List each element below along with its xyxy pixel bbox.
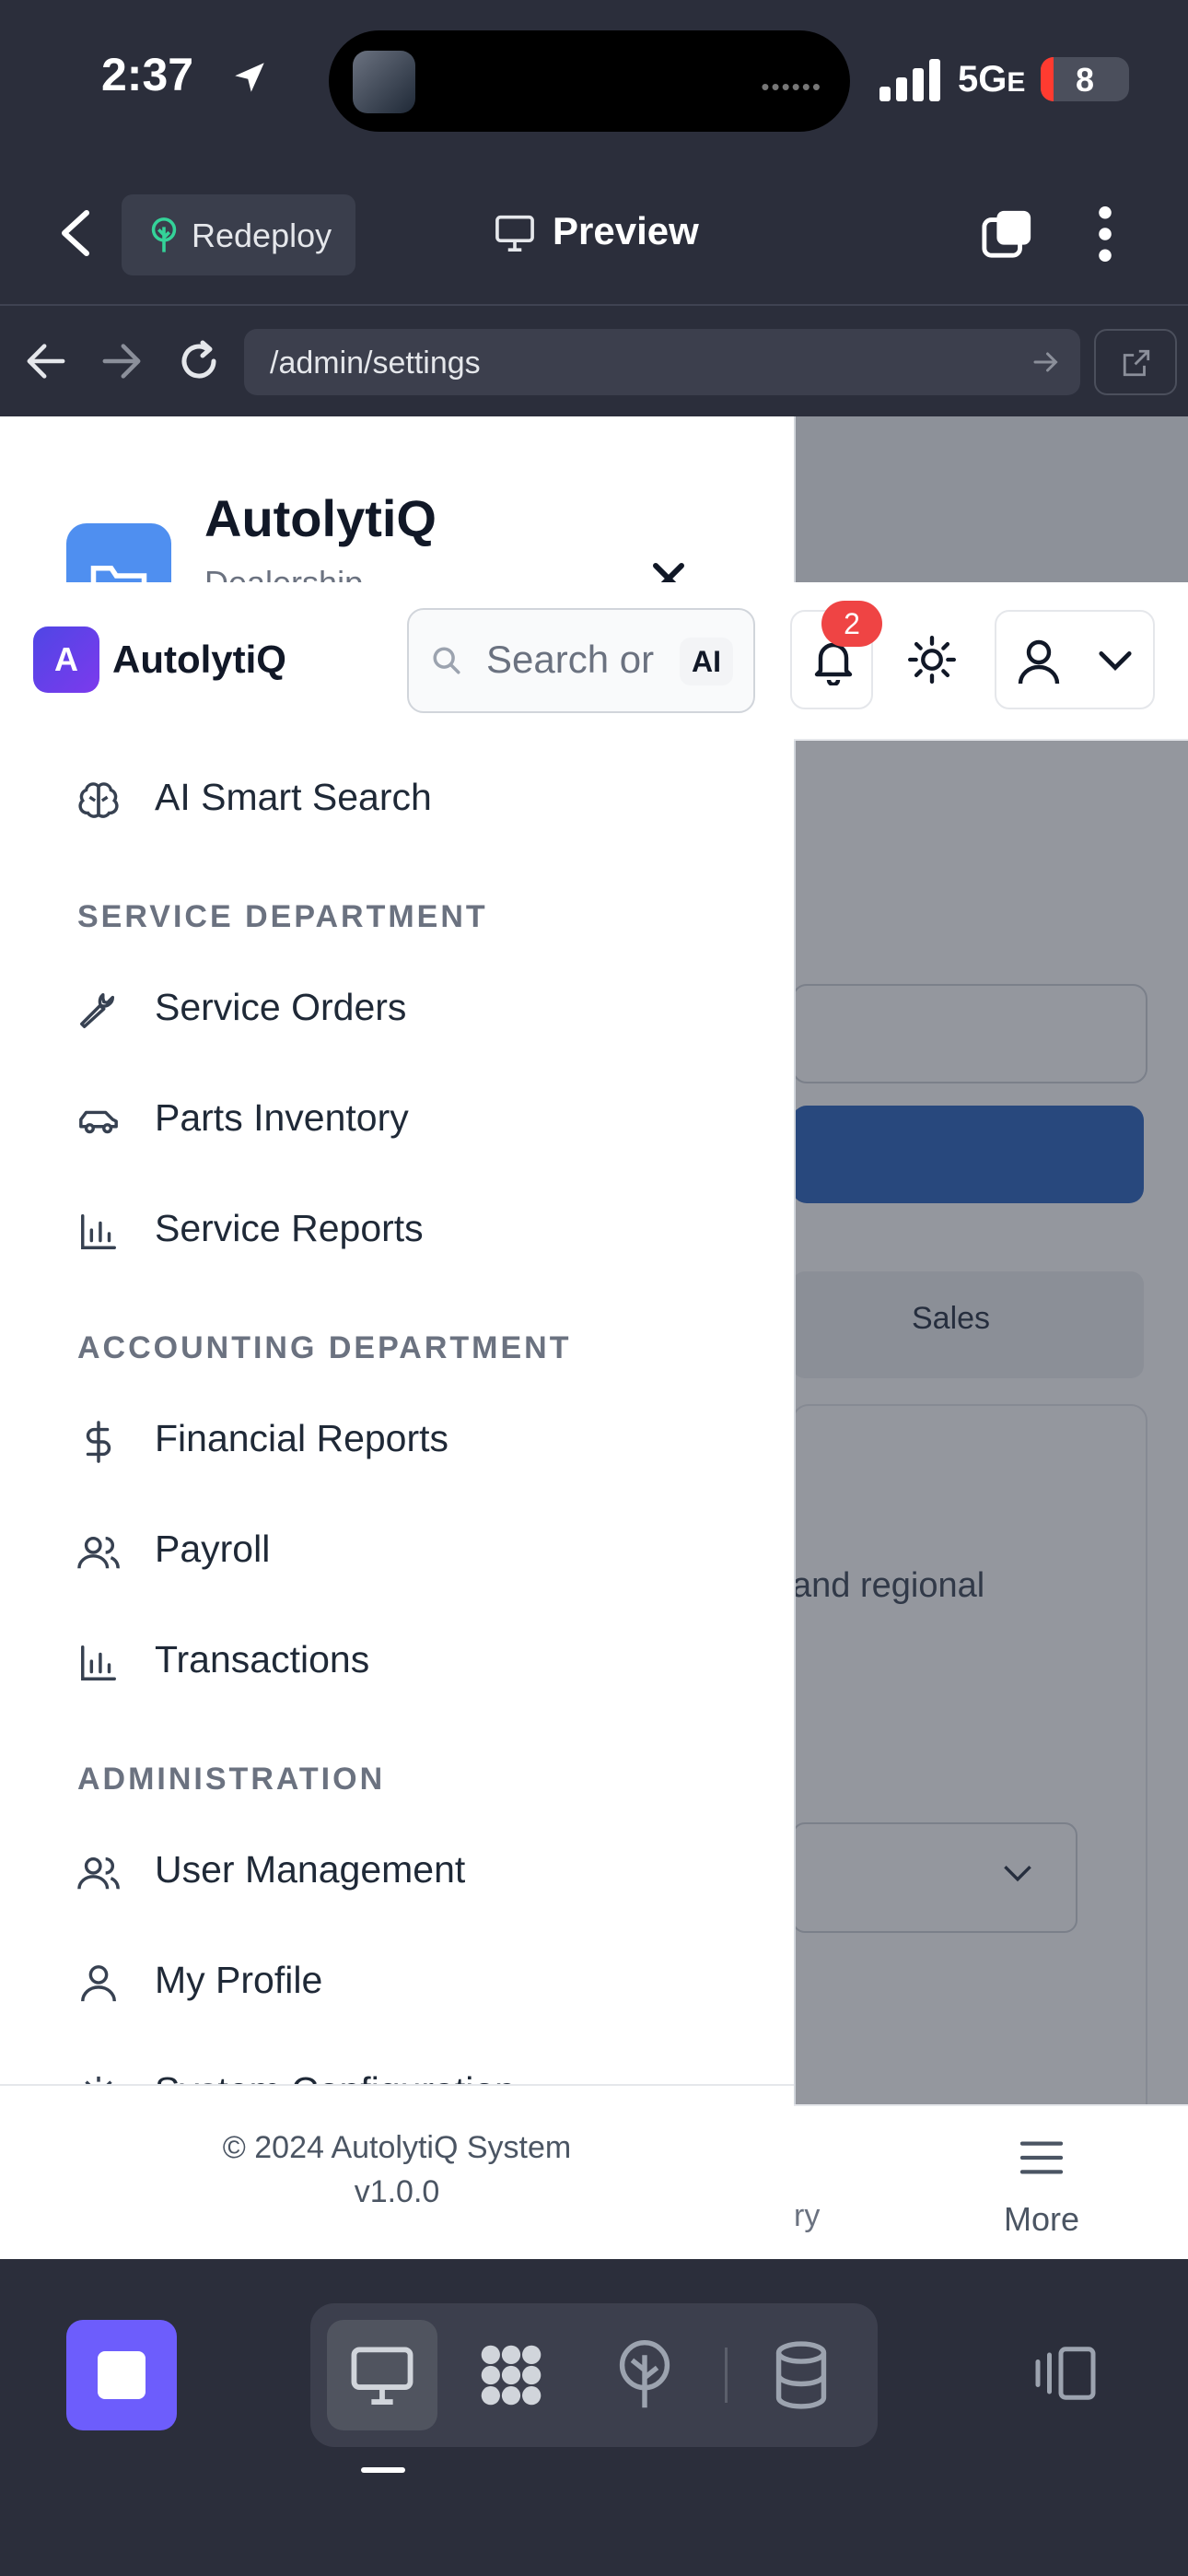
cellular-signal-icon (879, 59, 940, 101)
nav-item-transactions[interactable]: Transactions (77, 1625, 777, 1699)
app-brand-name[interactable]: AutolytiQ (112, 638, 286, 682)
url-text: /admin/settings (270, 345, 481, 381)
dollar-icon (86, 1421, 111, 1463)
users-icon (77, 1536, 120, 1569)
active-view-indicator (361, 2467, 405, 2473)
location-arrow-icon (235, 63, 264, 92)
dynamic-island: •••••• (329, 30, 850, 132)
view-switcher (310, 2303, 878, 2447)
nav-item-service-orders[interactable]: Service Orders (77, 973, 777, 1047)
nav-item-payroll[interactable]: Payroll (77, 1515, 777, 1588)
nav-item-ai-smart-search[interactable]: AI Smart Search (77, 763, 777, 837)
nav-item-user-management[interactable]: User Management (77, 1835, 777, 1909)
bottom-toolbar (0, 2259, 1188, 2576)
tabs-icon[interactable] (981, 207, 1034, 261)
monitor-icon (351, 2347, 413, 2405)
drawer-footer: © 2024 AutolytiQ System v1.0.0 (0, 2084, 794, 2261)
bar-chart-icon (81, 1214, 116, 1249)
global-search[interactable]: Search or AI (407, 608, 755, 713)
browser-url-bar: /admin/settings (0, 304, 1188, 418)
app-logo[interactable]: A (33, 626, 99, 693)
nav-item-financial-reports[interactable]: Financial Reports (77, 1404, 777, 1478)
car-icon (79, 1110, 118, 1134)
nav-label: AI Smart Search (155, 776, 432, 818)
side-panel-icon[interactable] (1033, 2346, 1098, 2401)
app-header: A AutolytiQ Search or AI 2 (0, 582, 1188, 741)
island-activity-dots: •••••• (761, 73, 822, 100)
nav-label: Service Reports (155, 1207, 424, 1249)
deploy-tree-icon[interactable] (614, 2340, 675, 2410)
back-chevron-icon[interactable] (57, 209, 94, 257)
bottom-nav-item-partial[interactable]: ry (794, 2198, 820, 2234)
gear-icon (85, 2076, 112, 2084)
browser-back-icon[interactable] (26, 343, 66, 380)
app-toolbar: Redeploy Preview (0, 161, 1188, 304)
nav-label: Financial Reports (155, 1417, 449, 1459)
version-text: v1.0.0 (354, 2174, 440, 2209)
nav-item-my-profile[interactable]: My Profile (77, 1946, 777, 2020)
page-bottom-nav: ry More (794, 2104, 1188, 2261)
more-vertical-icon[interactable] (1096, 205, 1114, 263)
ai-badge[interactable]: AI (680, 638, 733, 685)
search-icon (433, 647, 460, 674)
database-icon[interactable] (771, 2340, 832, 2410)
wrench-icon (80, 993, 115, 1028)
notification-count-badge: 2 (821, 601, 882, 647)
toolbar-divider (725, 2348, 728, 2403)
status-time: 2:37 (101, 49, 194, 100)
copyright-text: © 2024 AutolytiQ System (222, 2130, 572, 2165)
menu-icon[interactable] (1020, 2139, 1063, 2176)
go-arrow-icon[interactable] (1032, 349, 1060, 375)
nav-label: Service Orders (155, 986, 407, 1028)
nav-item-parts-inventory[interactable]: Parts Inventory (77, 1083, 777, 1157)
nav-label: Payroll (155, 1528, 271, 1570)
search-placeholder: Search or (486, 638, 655, 681)
sun-icon[interactable] (908, 636, 956, 684)
chevron-down-icon (1099, 651, 1132, 671)
nav-item-service-reports[interactable]: Service Reports (77, 1194, 777, 1268)
section-service-department: SERVICE DEPARTMENT (77, 899, 488, 934)
browser-forward-icon[interactable] (101, 343, 142, 380)
url-input[interactable]: /admin/settings (244, 329, 1080, 395)
network-type: 5GE (958, 59, 1026, 100)
redeploy-label: Redeploy (192, 217, 332, 254)
section-administration: ADMINISTRATION (77, 1762, 386, 1797)
status-bar: 2:37 •••••• 5GE 8 (0, 0, 1188, 161)
battery-percent: 8 (1075, 61, 1095, 99)
stop-icon (98, 2351, 146, 2399)
now-playing-thumbnail (353, 51, 415, 113)
users-icon (77, 1856, 120, 1890)
user-icon (81, 1965, 116, 2002)
nav-label: System Configuration (155, 2069, 516, 2084)
nav-label: User Management (155, 1848, 466, 1891)
user-icon (1018, 639, 1060, 685)
redeploy-button[interactable]: Redeploy (122, 194, 355, 275)
drawer-title: AutolytiQ (204, 489, 437, 547)
section-accounting-department: ACCOUNTING DEPARTMENT (77, 1330, 572, 1365)
nav-item-system-configuration[interactable]: System Configuration (77, 2056, 777, 2084)
tree-icon (151, 217, 177, 252)
bottom-nav-more[interactable]: More (1004, 2200, 1079, 2239)
preview-label: Preview (553, 209, 699, 252)
stop-button[interactable] (66, 2320, 177, 2430)
monitor-icon (495, 215, 534, 252)
reload-icon[interactable] (177, 339, 221, 383)
desktop-view-button[interactable] (327, 2320, 437, 2430)
nav-label: My Profile (155, 1959, 323, 2001)
brain-icon (78, 782, 119, 818)
drawer-nav: AI Smart Search SERVICE DEPARTMENT Servi… (0, 739, 794, 2084)
bar-chart-icon (81, 1645, 116, 1680)
apps-grid-icon[interactable] (476, 2340, 546, 2410)
battery-indicator: 8 (1041, 57, 1129, 101)
user-menu-button[interactable] (995, 610, 1155, 709)
nav-label: Parts Inventory (155, 1096, 409, 1139)
nav-label: Transactions (155, 1638, 370, 1680)
open-external-button[interactable] (1094, 329, 1177, 395)
external-link-icon (1123, 349, 1150, 377)
